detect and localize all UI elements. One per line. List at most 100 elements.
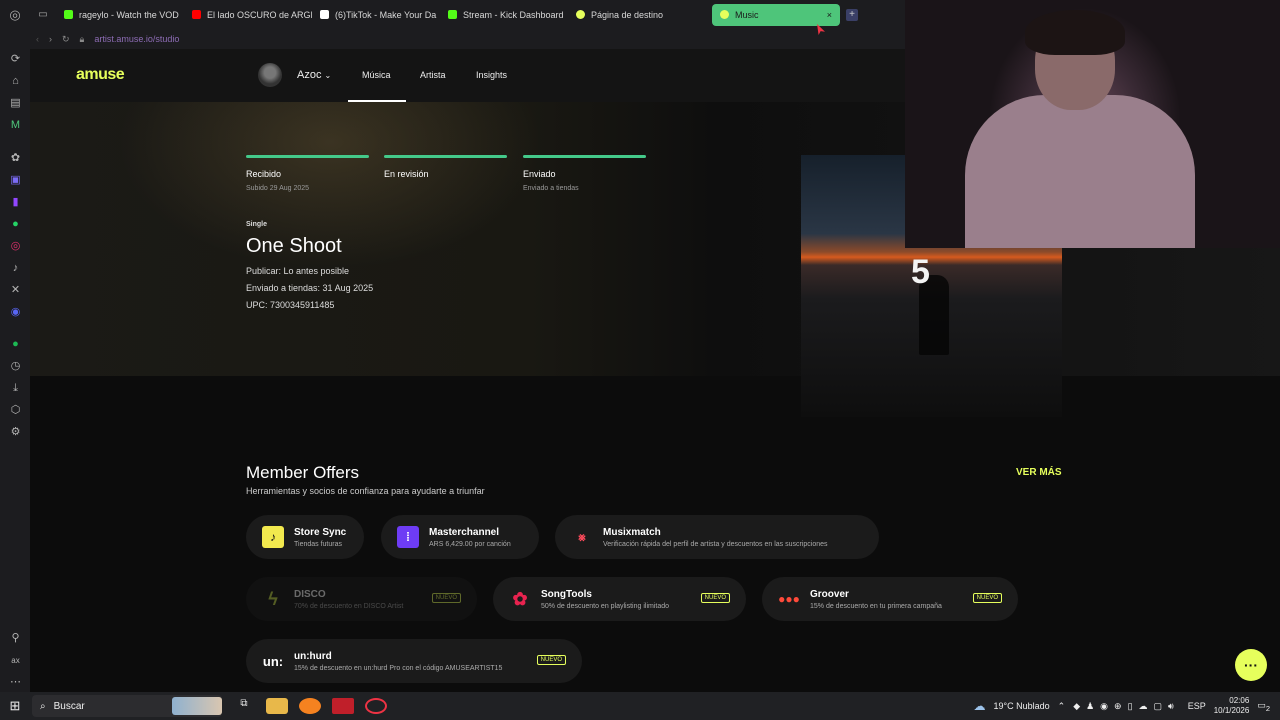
close-tab-icon[interactable]: × xyxy=(827,10,832,20)
step-enviado: Enviado Enviado a tiendas xyxy=(523,155,646,192)
amuse-logo[interactable]: amuse xyxy=(76,66,125,84)
webcam-overlay xyxy=(905,0,1280,248)
clock[interactable]: 02:06 10/1/2026 xyxy=(1214,696,1250,716)
extensions-icon[interactable]: ⬡ xyxy=(9,404,22,417)
step-title: Recibido xyxy=(246,169,282,179)
artist-selector[interactable]: Azoc ⌄ xyxy=(297,69,331,81)
forward-icon[interactable]: › xyxy=(49,34,52,44)
new-badge: NUEVO xyxy=(431,593,461,603)
tab-manager-icon[interactable]: ▭ xyxy=(30,9,56,20)
file-explorer-icon[interactable] xyxy=(266,698,288,714)
taskbar-search[interactable]: ⌕ Buscar xyxy=(32,695,222,717)
lock-icon: 🔒︎ xyxy=(79,33,85,44)
reload-icon[interactable]: ↻ xyxy=(62,34,70,45)
nav-musica[interactable]: Música xyxy=(362,70,391,80)
avatar[interactable] xyxy=(258,63,282,87)
step-bar xyxy=(246,155,369,158)
tab-kick-dashboard[interactable]: Stream - Kick Dashboard xyxy=(440,4,568,26)
offer-card-songtools[interactable]: ✿ SongTools 50% de descuento en playlisti… xyxy=(493,577,746,621)
home-icon[interactable]: ⌂ xyxy=(9,75,22,88)
x-icon[interactable]: ✕ xyxy=(9,284,22,297)
webcam-hair xyxy=(1025,10,1125,55)
cloud-icon: ☁ xyxy=(973,699,986,713)
groover-icon: ●●● xyxy=(778,592,800,606)
musixmatch-icon: ⨳ xyxy=(578,529,586,544)
nav-artista[interactable]: Artista xyxy=(420,70,446,80)
whatsapp-icon[interactable]: ● xyxy=(9,218,22,231)
url-field[interactable]: artist.amuse.io/studio xyxy=(94,34,179,44)
offer-desc: 70% de descuento en DISCO Artist xyxy=(294,602,404,610)
offer-name: DISCO xyxy=(294,588,326,600)
offer-card-groover[interactable]: ●●● Groover 15% de descuento en tu primer… xyxy=(762,577,1018,621)
language-indicator[interactable]: ESP xyxy=(1188,701,1206,711)
browser-taskbar-icon[interactable] xyxy=(365,698,387,714)
refresh-icon[interactable]: ⟳ xyxy=(9,53,22,66)
tab-rageylo[interactable]: rageylo - Watch the VOD xyxy=(56,4,184,26)
release-sent-date: Enviado a tiendas: 31 Aug 2025 xyxy=(246,283,374,293)
more-icon[interactable]: ⋯ xyxy=(9,676,22,689)
pin-icon[interactable]: ⚲ xyxy=(9,632,22,645)
nav-insights[interactable]: Insights xyxy=(476,70,507,80)
twitch-icon[interactable]: ▮ xyxy=(9,196,22,209)
offer-card-disco[interactable]: ϟ DISCO 70% de descuento en DISCO Artist … xyxy=(246,577,477,621)
fl-studio-icon[interactable] xyxy=(299,698,321,714)
see-more-link[interactable]: VER MÁS xyxy=(1016,467,1062,478)
obs-icon[interactable] xyxy=(332,698,354,714)
instagram-icon[interactable]: ◎ xyxy=(9,240,22,253)
offer-name: Store Sync xyxy=(294,526,347,538)
windows-taskbar: ⊞ ⌕ Buscar ⧉ ☁ 19°C Nublado ⌃ ◆♟◉⊕▯☁▢🔊︎ … xyxy=(0,692,1280,720)
release-title: One Shoot xyxy=(246,235,342,257)
step-title: Enviado xyxy=(523,169,556,179)
tray-icons[interactable]: ◆♟◉⊕▯☁▢🔊︎ xyxy=(1073,701,1180,712)
cs-icon[interactable]: ▣ xyxy=(9,174,22,187)
task-view-icon[interactable]: ⧉ xyxy=(233,698,255,714)
settings-icon[interactable]: ⚙ xyxy=(9,426,22,439)
history-icon[interactable]: ◷ xyxy=(9,360,22,373)
offers-subheading: Herramientas y socios de confianza para … xyxy=(246,486,485,496)
weather-text[interactable]: 19°C Nublado xyxy=(994,701,1050,711)
openai-icon[interactable]: ✿ xyxy=(9,152,22,165)
offer-card-unhurd[interactable]: un: un:hurd 15% de descuento en un:hurd P… xyxy=(246,639,582,683)
offer-desc: Verificación rápida del perfil de artist… xyxy=(603,540,828,548)
step-subtitle: Subido 29 Aug 2025 xyxy=(246,185,310,192)
discord-icon[interactable]: ◉ xyxy=(9,306,22,319)
step-bar xyxy=(523,155,646,158)
offer-name: Masterchannel xyxy=(429,526,500,538)
m-icon[interactable]: M xyxy=(9,119,22,132)
spotify-icon[interactable]: ● xyxy=(9,338,22,351)
offer-name: Groover xyxy=(810,588,849,600)
chevron-down-icon: ⌄ xyxy=(324,71,332,80)
masterchannel-icon: ⁞ xyxy=(397,526,419,548)
tab-tiktok[interactable]: (6)TikTok - Make Your Da xyxy=(312,4,440,26)
chart-icon[interactable]: ▤ xyxy=(9,97,22,110)
offer-card-store-sync[interactable]: ♪ Store Sync Tiendas futuras xyxy=(246,515,364,559)
offer-name: SongTools xyxy=(541,588,592,600)
ax-icon[interactable]: ax xyxy=(9,654,22,667)
windows-start-icon[interactable]: ⊞ xyxy=(0,698,30,714)
tray-expand-icon[interactable]: ⌃ xyxy=(1058,701,1066,712)
step-subtitle: Enviado a tiendas xyxy=(523,185,579,192)
tab-youtube[interactable]: El lado OSCURO de ARGE xyxy=(184,4,312,26)
new-tab-button[interactable]: + xyxy=(846,8,858,21)
search-icon: ⌕ xyxy=(40,700,46,712)
tiktok-icon[interactable]: ♪ xyxy=(9,262,22,275)
disco-icon: ϟ xyxy=(268,588,278,609)
browser-sidebar: ⟳ ⌂ ▤ M ✿ ▣ ▮ ● ◎ ♪ ✕ ◉ ● ◷ ⤓ ⬡ ⚙ ⚲ ax ⋯ xyxy=(0,29,30,692)
download-icon[interactable]: ⤓ xyxy=(9,382,22,395)
notification-icon[interactable]: ▭2 xyxy=(1257,700,1270,713)
unhurd-icon: un: xyxy=(262,653,284,669)
tab-music[interactable]: Music × xyxy=(712,3,840,26)
tab-landing[interactable]: Página de destino xyxy=(568,4,696,26)
step-en-revision: En revisión xyxy=(384,155,507,185)
step-bar xyxy=(384,155,507,158)
tiktok-icon xyxy=(320,10,329,19)
offer-name: un:hurd xyxy=(294,650,332,662)
chat-support-button[interactable]: ··· xyxy=(1235,649,1267,681)
browser-logo-icon: ◎ xyxy=(9,6,21,22)
offer-card-masterchannel[interactable]: ⁞ Masterchannel ARS 6,429.00 por canción xyxy=(381,515,539,559)
back-icon[interactable]: ‹ xyxy=(36,34,39,44)
system-tray: ☁ 19°C Nublado ⌃ ◆♟◉⊕▯☁▢🔊︎ ESP 02:06 10/1… xyxy=(974,692,1280,720)
amuse-icon xyxy=(720,10,729,19)
amuse-icon xyxy=(576,10,585,19)
offer-card-musixmatch[interactable]: ⨳ Musixmatch Verificación rápida del perf… xyxy=(555,515,879,559)
